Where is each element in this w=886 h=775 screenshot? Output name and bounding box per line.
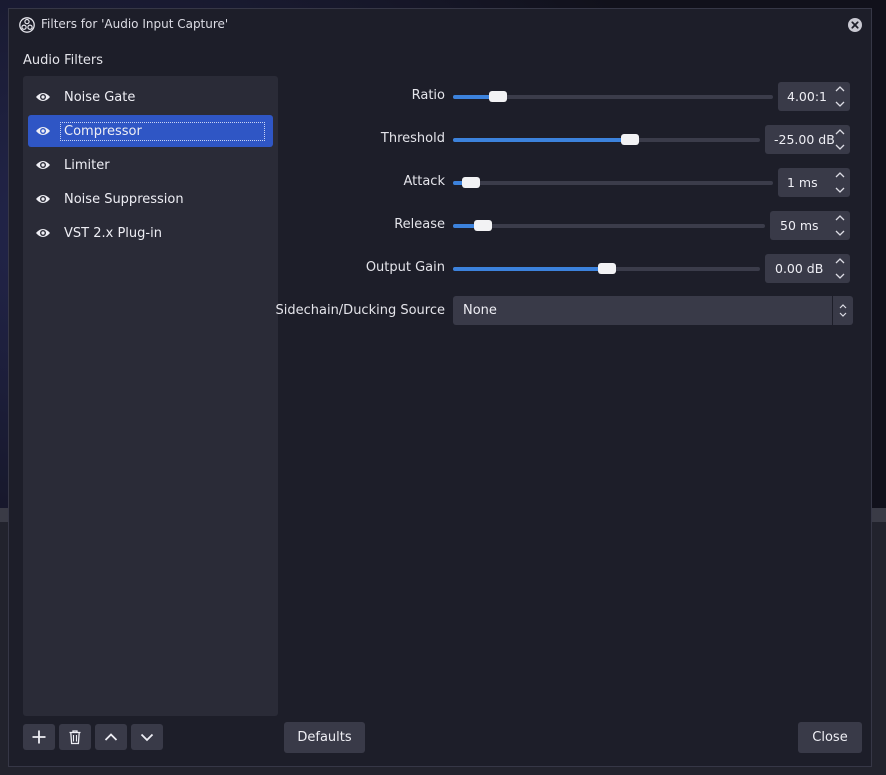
chevron-up-icon — [104, 733, 118, 741]
remove-filter-button[interactable] — [59, 724, 91, 750]
filter-item-vst-plugin[interactable]: VST 2.x Plug-in — [28, 217, 273, 249]
attack-spinbox[interactable]: 1 ms — [778, 168, 850, 197]
filter-item-noise-suppression[interactable]: Noise Suppression — [28, 183, 273, 215]
chevron-down-icon — [140, 733, 154, 742]
spinbox-buttons — [830, 211, 850, 240]
filter-label: Noise Suppression — [64, 191, 184, 207]
slider-handle[interactable] — [462, 177, 481, 188]
chevron-up-icon[interactable] — [833, 169, 847, 182]
attack-slider[interactable] — [453, 177, 773, 188]
filter-item-noise-gate[interactable]: Noise Gate — [28, 81, 273, 113]
spinbox-buttons — [830, 125, 850, 154]
chevron-down-icon[interactable] — [833, 269, 847, 282]
obs-logo-icon — [19, 17, 35, 33]
chevron-up-icon[interactable] — [833, 255, 847, 268]
close-icon[interactable] — [847, 17, 863, 33]
filter-label: Limiter — [64, 157, 110, 173]
threshold-spinbox[interactable]: -25.00 dB — [765, 125, 850, 154]
sidechain-label: Sidechain/Ducking Source — [275, 303, 445, 318]
release-slider[interactable] — [453, 220, 765, 231]
eye-icon[interactable] — [35, 125, 51, 137]
spinbox-buttons — [830, 168, 850, 197]
output-gain-slider[interactable] — [453, 263, 760, 274]
ratio-label: Ratio — [411, 88, 445, 103]
chevron-down-icon[interactable] — [833, 97, 847, 110]
filter-label: Compressor — [60, 121, 265, 141]
updown-chevron-icon[interactable] — [833, 296, 853, 325]
chevron-up-icon[interactable] — [833, 83, 847, 96]
chevron-up-icon[interactable] — [833, 126, 847, 139]
output-gain-label: Output Gain — [365, 260, 445, 275]
slider-fill — [453, 138, 632, 142]
slider-handle[interactable] — [489, 91, 508, 102]
threshold-label: Threshold — [380, 131, 445, 146]
eye-icon[interactable] — [35, 227, 51, 239]
filters-dialog: Filters for 'Audio Input Capture' Audio … — [8, 8, 872, 767]
chevron-down-icon[interactable] — [833, 140, 847, 153]
select-value: None — [463, 303, 497, 318]
title-bar[interactable]: Filters for 'Audio Input Capture' — [9, 9, 871, 41]
window-title: Filters for 'Audio Input Capture' — [41, 17, 229, 31]
filter-label: VST 2.x Plug-in — [64, 225, 162, 241]
audio-filters-heading: Audio Filters — [23, 53, 104, 68]
close-button[interactable]: Close — [798, 722, 862, 753]
plus-icon — [32, 730, 46, 744]
chevron-down-icon[interactable] — [833, 183, 847, 196]
filter-label: Noise Gate — [64, 89, 136, 105]
eye-icon[interactable] — [35, 91, 51, 103]
spinbox-value: -25.00 dB — [774, 132, 835, 147]
spinbox-value: 1 ms — [787, 175, 818, 190]
move-up-button[interactable] — [95, 724, 127, 750]
output-gain-spinbox[interactable]: 0.00 dB — [765, 254, 850, 283]
spinbox-value: 0.00 dB — [775, 261, 824, 276]
slider-handle[interactable] — [620, 134, 639, 145]
filter-item-limiter[interactable]: Limiter — [28, 149, 273, 181]
spinbox-value: 4.00:1 — [787, 89, 827, 104]
move-down-button[interactable] — [131, 724, 163, 750]
eye-icon[interactable] — [35, 159, 51, 171]
defaults-button[interactable]: Defaults — [284, 722, 365, 753]
sidechain-source-select[interactable]: None — [453, 296, 853, 325]
chevron-down-icon[interactable] — [833, 226, 847, 239]
spinbox-buttons — [830, 254, 850, 283]
filter-item-compressor[interactable]: Compressor — [28, 115, 273, 147]
chevron-up-icon[interactable] — [833, 212, 847, 225]
attack-label: Attack — [403, 174, 445, 189]
threshold-slider[interactable] — [453, 134, 760, 145]
spinbox-buttons — [830, 82, 850, 111]
slider-fill — [453, 95, 492, 99]
ratio-slider[interactable] — [453, 91, 773, 102]
filter-list[interactable]: Noise Gate Compressor Limiter Noise Supp… — [23, 76, 278, 716]
release-label: Release — [394, 217, 445, 232]
spinbox-value: 50 ms — [780, 218, 819, 233]
slider-fill — [453, 267, 607, 271]
trash-icon — [69, 730, 81, 745]
add-filter-button[interactable] — [23, 724, 55, 750]
ratio-spinbox[interactable]: 4.00:1 — [778, 82, 850, 111]
release-spinbox[interactable]: 50 ms — [770, 211, 850, 240]
slider-handle[interactable] — [473, 220, 492, 231]
slider-handle[interactable] — [597, 263, 616, 274]
slider-fill — [453, 224, 475, 228]
eye-icon[interactable] — [35, 193, 51, 205]
